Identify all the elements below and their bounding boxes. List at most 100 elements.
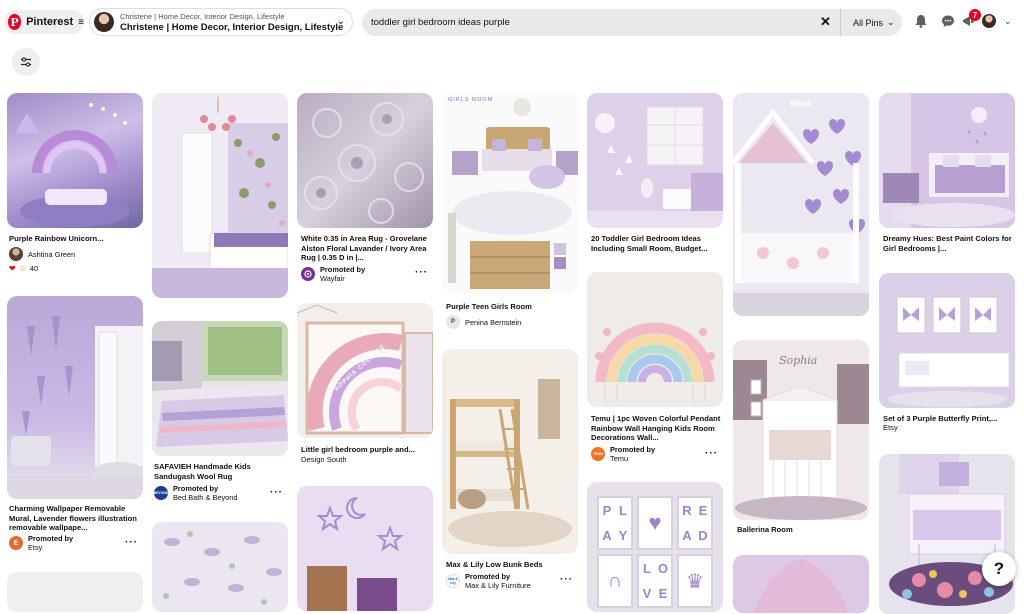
pin-author[interactable]: P Penina Bernstein <box>446 315 521 329</box>
pin-title[interactable]: 20 Toddler Girl Bedroom Ideas Including … <box>591 234 721 253</box>
pin-image[interactable]: Sophia <box>733 340 869 520</box>
pin-image[interactable] <box>297 93 433 228</box>
account-switcher[interactable]: Christene | Home Decor, Interior Design,… <box>89 8 353 36</box>
more-options-button[interactable]: ··· <box>270 487 283 498</box>
pin-promoter[interactable]: E Promoted by Etsy <box>9 534 73 552</box>
pin-card[interactable]: Set of 3 Purple Butterfly Print,... Etsy <box>879 273 1015 438</box>
promoted-label: Promoted by <box>465 572 511 581</box>
profile-avatar[interactable] <box>982 14 996 28</box>
pin-promoter[interactable]: TEMU Promoted by Temu <box>591 445 655 463</box>
heart-print-icon: ♥ <box>637 496 673 550</box>
more-options-button[interactable]: ··· <box>705 448 718 459</box>
pin-image[interactable] <box>733 555 869 613</box>
pin-card[interactable]: Temu | 1pc Woven Colorful Pendant Rainbo… <box>587 272 723 468</box>
pin-promoter[interactable]: Promoted by Wayfair <box>301 265 365 283</box>
chevron-down-icon[interactable]: ⌄ <box>1004 16 1012 27</box>
pin-image[interactable] <box>7 93 143 228</box>
pin-card[interactable]: Dreamy Hues: Best Paint Colors for Girl … <box>879 93 1015 258</box>
pin-title[interactable]: Max & Lily Low Bunk Beds <box>446 560 576 570</box>
pin-image[interactable] <box>587 93 723 228</box>
pin-image[interactable] <box>7 296 143 499</box>
more-options-button[interactable]: ··· <box>125 537 138 548</box>
messages-icon[interactable] <box>940 13 956 29</box>
pin-author[interactable]: Etsy <box>883 423 1013 433</box>
pin-image[interactable] <box>879 454 1015 614</box>
pin-card[interactable]: SAFAVIEH Handmade Kids Sandugash Wool Ru… <box>152 321 288 502</box>
pin-card[interactable]: Charming Wallpaper Removable Mural, Lave… <box>7 296 143 558</box>
pin-title[interactable]: Dreamy Hues: Best Paint Colors for Girl … <box>883 234 1013 253</box>
search-input[interactable]: toddler girl bedroom ideas purple <box>371 17 510 28</box>
pin-image-lettering: Sophia <box>779 354 818 367</box>
pin-card[interactable]: White 0.35 in Area Rug - Grovelane Alsto… <box>297 93 433 288</box>
pin-card[interactable]: SOPHIA COLETTE Little girl bedroom purpl… <box>297 303 433 465</box>
pin-card[interactable] <box>7 572 143 612</box>
more-options-button[interactable]: ··· <box>560 574 573 585</box>
pin-promoter[interactable]: Max & Lily Promoted by Max & Lily Furnitu… <box>446 572 531 590</box>
pin-image[interactable] <box>152 321 288 456</box>
pin-image[interactable]: SOPHIA COLETTE <box>297 303 433 438</box>
pin-card[interactable]: 20 Toddler Girl Bedroom Ideas Including … <box>587 93 723 273</box>
sliders-icon <box>21 57 31 67</box>
promoter-avatar: BEYOND <box>154 486 168 500</box>
pin-author[interactable]: Design South <box>301 455 431 465</box>
pin-card[interactable]: GIRLS ROOM Purple Teen Girls Room P Peni… <box>442 93 578 333</box>
pin-card[interactable] <box>297 486 433 611</box>
pin-title[interactable]: Purple Teen Girls Room <box>446 302 576 312</box>
pin-title[interactable]: Temu | 1pc Woven Colorful Pendant Rainbo… <box>591 414 721 443</box>
heart-icon: ❤ <box>9 264 16 273</box>
pin-card[interactable] <box>152 522 288 612</box>
pin-title[interactable]: Charming Wallpaper Removable Mural, Lave… <box>9 504 141 533</box>
pin-image[interactable] <box>879 93 1015 228</box>
promoted-label: Promoted by <box>28 534 74 543</box>
pin-image[interactable] <box>152 522 288 612</box>
pin-card[interactable] <box>152 93 288 299</box>
pin-title[interactable]: Ballerina Room <box>737 525 867 535</box>
letter: Y <box>618 528 628 543</box>
pin-author[interactable]: Ashtina Green <box>9 247 75 261</box>
pin-image[interactable] <box>297 486 433 611</box>
rainbow-print-icon: ∩ <box>597 554 633 608</box>
clear-search-icon[interactable]: ✕ <box>820 14 831 30</box>
pin-title[interactable]: Purple Rainbow Unicorn... <box>9 234 141 244</box>
account-avatar <box>94 12 114 32</box>
pin-image[interactable]: Reels ‹ <box>733 93 869 316</box>
pin-image[interactable] <box>442 349 578 554</box>
scope-dropdown[interactable]: All Pins ⌄ <box>840 9 902 36</box>
pin-card[interactable] <box>733 555 869 613</box>
filter-button[interactable] <box>12 48 40 76</box>
pin-card[interactable]: Max & Lily Low Bunk Beds Max & Lily Prom… <box>442 349 578 603</box>
promoter-avatar: TEMU <box>591 447 605 461</box>
pin-image[interactable]: PLAY ♥ READ ∩ LOVE ♛ <box>587 482 723 612</box>
promoted-label: Promoted by <box>320 265 366 274</box>
author-avatar: P <box>446 315 460 329</box>
help-button[interactable]: ? <box>982 552 1016 586</box>
author-name: Penina Bernstein <box>465 317 522 327</box>
pin-image[interactable] <box>879 273 1015 408</box>
promoter-name: Bed Bath & Beyond <box>173 493 238 502</box>
letter: P <box>602 503 612 518</box>
pin-title[interactable]: SAFAVIEH Handmade Kids Sandugash Wool Ru… <box>154 462 286 481</box>
pin-promoter[interactable]: BEYOND Promoted by Bed Bath & Beyond <box>154 484 238 502</box>
pin-card[interactable]: Purple Rainbow Unicorn... Ashtina Green … <box>7 93 143 278</box>
account-name: Christene | Home Decor, Interior Design,… <box>120 22 344 33</box>
pin-card[interactable]: PLAY ♥ READ ∩ LOVE ♛ <box>587 482 723 612</box>
pin-card[interactable]: Reels ‹ <box>733 93 869 318</box>
search-bar[interactable]: toddler girl bedroom ideas purple ✕ All … <box>362 9 902 36</box>
letter: E <box>698 503 708 518</box>
pin-image[interactable] <box>152 93 288 298</box>
pin-image[interactable] <box>587 272 723 407</box>
brand-label: Pinterest <box>26 16 74 28</box>
pin-title[interactable]: White 0.35 in Area Rug - Grovelane Alsto… <box>301 234 431 263</box>
notifications-bell-icon[interactable] <box>913 13 929 29</box>
pin-image[interactable] <box>7 572 143 612</box>
promoter-name: Max & Lily Furniture <box>465 581 531 590</box>
more-options-button[interactable]: ··· <box>415 267 428 278</box>
pin-image[interactable]: GIRLS ROOM <box>442 93 578 293</box>
pin-title[interactable]: Little girl bedroom purple and... <box>301 445 431 455</box>
pinterest-home-button[interactable]: P Pinterest ≡ <box>4 10 84 34</box>
reels-label: Reels <box>790 99 812 108</box>
chevron-left-icon[interactable]: ‹ <box>739 97 742 108</box>
promoter-name: Temu <box>610 454 629 463</box>
author-name: Ashtina Green <box>28 249 76 259</box>
pin-card[interactable]: Sophia Ballerina Room <box>733 340 869 545</box>
